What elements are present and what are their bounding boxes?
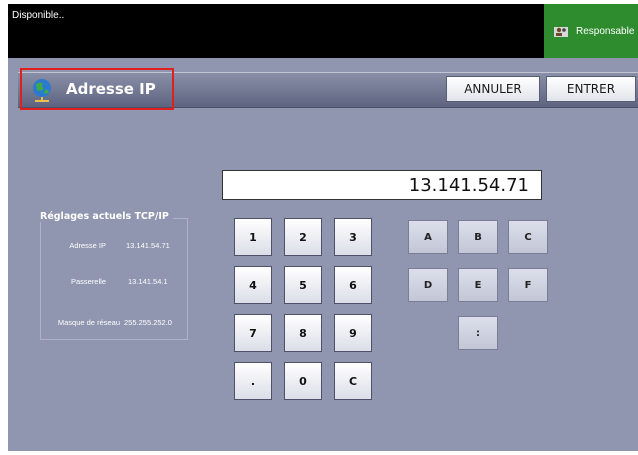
tcp-netmask-value: 255.255.252.0 [124,318,172,327]
tcp-gateway-value: 13.141.54.1 [128,277,168,286]
hex-key-a[interactable]: A [408,220,448,254]
hex-key-colon[interactable]: : [458,316,498,350]
hex-key-d[interactable]: D [408,268,448,302]
user-label: Responsable [576,25,635,37]
key-7[interactable]: 7 [234,314,272,352]
tcp-netmask-label: Masque de réseau [57,318,120,327]
key-8[interactable]: 8 [284,314,322,352]
key-dot[interactable]: . [234,362,272,400]
enter-button[interactable]: ENTRER [546,76,636,102]
key-4[interactable]: 4 [234,266,272,304]
cancel-button[interactable]: ANNULER [446,76,540,102]
key-2[interactable]: 2 [284,218,322,256]
title-highlight-box [20,68,174,110]
status-text: Disponible.. [12,10,65,21]
tcp-gateway-label: Passerelle [70,277,106,286]
tcp-ip-label: Adresse IP [69,241,106,250]
key-3[interactable]: 3 [334,218,372,256]
ip-address-input[interactable]: 13.141.54.71 [222,170,542,200]
hex-key-c[interactable]: C [508,220,548,254]
key-9[interactable]: 9 [334,314,372,352]
hex-key-f[interactable]: F [508,268,548,302]
key-6[interactable]: 6 [334,266,372,304]
status-bar: Disponible.. Responsable [8,4,638,58]
key-clear[interactable]: C [334,362,372,400]
key-5[interactable]: 5 [284,266,322,304]
user-button[interactable]: Responsable [544,4,638,58]
hex-key-e[interactable]: E [458,268,498,302]
tcp-ip-value: 13.141.54.71 [126,241,170,250]
tcp-settings-title: Réglages actuels TCP/IP [40,211,173,222]
hex-key-b[interactable]: B [458,220,498,254]
key-1[interactable]: 1 [234,218,272,256]
key-0[interactable]: 0 [284,362,322,400]
user-icon [554,25,568,37]
screen: Disponible.. Responsable Adresse IP ANNU… [8,4,638,451]
